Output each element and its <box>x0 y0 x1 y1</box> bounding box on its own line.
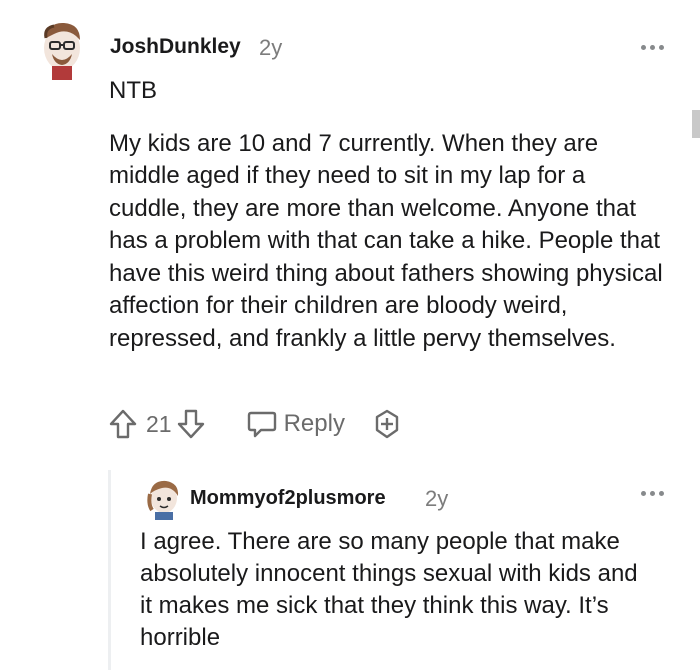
reply-icon <box>246 409 278 439</box>
vote-count: 21 <box>146 410 172 437</box>
comment-timestamp: 2y <box>259 35 283 60</box>
comment-verdict: NTB <box>109 77 157 104</box>
reply-body: I agree. There are so many people that m… <box>140 528 638 651</box>
award-icon[interactable] <box>371 408 403 440</box>
reply-username[interactable]: Mommyof2plusmore <box>190 487 386 510</box>
avatar[interactable] <box>36 18 88 85</box>
reply-avatar[interactable] <box>146 478 182 525</box>
comment-body: NTB My kids are 10 and 7 currently. When… <box>109 75 669 355</box>
reply-user-avatar-icon <box>147 480 179 520</box>
thread-line[interactable] <box>108 470 111 670</box>
more-options-icon[interactable] <box>641 45 664 50</box>
reply-button[interactable]: Reply <box>246 409 345 439</box>
comment-username[interactable]: JoshDunkley <box>110 35 241 59</box>
reply-timestamp: 2y <box>425 486 449 511</box>
scrollbar-thumb[interactable] <box>692 110 700 138</box>
user-avatar-icon <box>44 22 80 80</box>
comment-text: My kids are 10 and 7 currently. When the… <box>109 129 663 352</box>
comment-actions: 21 Reply <box>108 406 403 442</box>
downvote-icon[interactable] <box>176 408 206 440</box>
upvote-icon[interactable] <box>108 408 138 440</box>
reply-label: Reply <box>283 410 345 437</box>
reply-more-options-icon[interactable] <box>641 491 664 496</box>
